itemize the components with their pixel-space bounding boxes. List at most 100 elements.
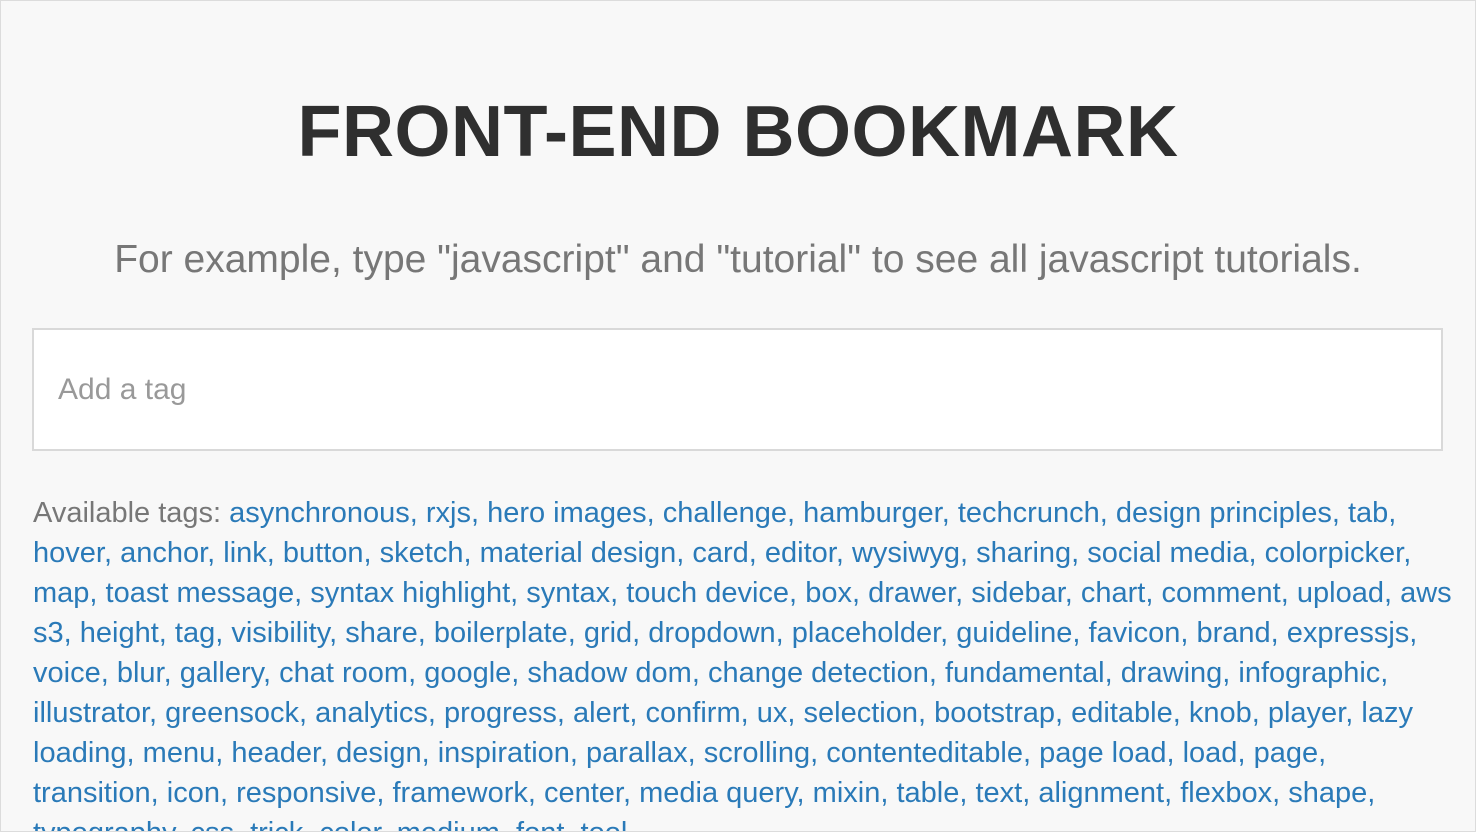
tag-link[interactable]: drawing, [1121, 657, 1231, 689]
tag-link[interactable]: color, [319, 817, 388, 831]
tag-link[interactable]: load, [1183, 737, 1246, 769]
tag-link[interactable]: greensock, [165, 697, 307, 729]
tag-link[interactable]: editable, [1071, 697, 1181, 729]
tag-link[interactable]: dropdown, [648, 617, 783, 649]
tag-link[interactable]: alignment, [1038, 777, 1172, 809]
tag-link[interactable]: blur, [117, 657, 172, 689]
tag-link[interactable]: media query, [639, 777, 805, 809]
available-tags: Available tags: asynchronous, rxjs, hero… [33, 493, 1453, 831]
tag-link[interactable]: header, [231, 737, 328, 769]
tag-link[interactable]: boilerplate, [434, 617, 576, 649]
tag-link[interactable]: techcrunch, [958, 497, 1108, 529]
tag-link[interactable]: infographic, [1238, 657, 1388, 689]
tag-link[interactable]: fundamental, [945, 657, 1113, 689]
tag-link[interactable]: mixin, [813, 777, 889, 809]
tag-link[interactable]: center, [544, 777, 631, 809]
tag-list: asynchronous, rxjs, hero images, challen… [33, 497, 1452, 831]
tag-link[interactable]: height, [80, 617, 167, 649]
tag-link[interactable]: medium, [397, 817, 508, 831]
available-tags-label: Available tags: [33, 497, 222, 529]
tag-link[interactable]: rxjs, [426, 497, 479, 529]
tag-link[interactable]: material design, [480, 537, 685, 569]
tag-link[interactable]: hamburger, [803, 497, 950, 529]
tag-link[interactable]: syntax highlight, [310, 577, 518, 609]
tag-link[interactable]: colorpicker, [1265, 537, 1412, 569]
tag-link[interactable]: page, [1254, 737, 1327, 769]
tag-link[interactable]: touch device, [626, 577, 797, 609]
tag-link[interactable]: tab, [1348, 497, 1396, 529]
tag-link[interactable]: syntax, [526, 577, 618, 609]
tag-link[interactable]: analytics, [315, 697, 436, 729]
tag-link[interactable]: flexbox, [1180, 777, 1280, 809]
tag-link[interactable]: toast message, [106, 577, 303, 609]
tag-link[interactable]: table, [896, 777, 967, 809]
page: FRONT-END BOOKMARK For example, type "ja… [1, 1, 1475, 831]
tag-link[interactable]: challenge, [663, 497, 795, 529]
tag-link[interactable]: box, [805, 577, 860, 609]
tag-link[interactable]: upload, [1297, 577, 1392, 609]
tag-link[interactable]: visibility, [231, 617, 337, 649]
tag-link[interactable]: placeholder, [792, 617, 948, 649]
tag-link[interactable]: inspiration, [438, 737, 578, 769]
tag-link[interactable]: text, [975, 777, 1030, 809]
tag-link[interactable]: hover, [33, 537, 112, 569]
tag-link[interactable]: comment, [1161, 577, 1288, 609]
tag-link[interactable]: button, [283, 537, 372, 569]
tag-link[interactable]: selection, [804, 697, 927, 729]
tag-input[interactable] [32, 328, 1443, 451]
tag-link[interactable]: transition, [33, 777, 159, 809]
tag-link[interactable]: contenteditable, [826, 737, 1031, 769]
tag-link[interactable]: favicon, [1088, 617, 1188, 649]
tag-link[interactable]: grid, [584, 617, 640, 649]
tag-link[interactable]: asynchronous, [229, 497, 418, 529]
tag-link[interactable]: progress, [444, 697, 565, 729]
tag-link[interactable]: trick, [250, 817, 311, 831]
tag-link[interactable]: typography, [33, 817, 182, 831]
tag-link[interactable]: player, [1268, 697, 1353, 729]
tag-link[interactable]: map, [33, 577, 97, 609]
tag-link[interactable]: design, [336, 737, 430, 769]
tag-link[interactable]: tool [581, 817, 628, 831]
tag-link[interactable]: framework, [393, 777, 536, 809]
tag-link[interactable]: expressjs, [1287, 617, 1418, 649]
page-subtitle: For example, type "javascript" and "tuto… [114, 238, 1362, 281]
tag-link[interactable]: editor, [765, 537, 844, 569]
tag-link[interactable]: wysiwyg, [852, 537, 968, 569]
tag-link[interactable]: voice, [33, 657, 109, 689]
tag-link[interactable]: css, [190, 817, 242, 831]
tag-link[interactable]: link, [223, 537, 275, 569]
tag-link[interactable]: guideline, [956, 617, 1080, 649]
tag-link[interactable]: font, [516, 817, 572, 831]
tag-link[interactable]: illustrator, [33, 697, 157, 729]
tag-link[interactable]: drawer, [868, 577, 963, 609]
tag-link[interactable]: menu, [143, 737, 224, 769]
tag-link[interactable]: shadow dom, [527, 657, 700, 689]
tag-link[interactable]: knob, [1189, 697, 1260, 729]
tag-link[interactable]: chat room, [279, 657, 416, 689]
tag-link[interactable]: bootstrap, [934, 697, 1063, 729]
tag-link[interactable]: icon, [167, 777, 228, 809]
tag-link[interactable]: sharing, [976, 537, 1079, 569]
tag-link[interactable]: share, [345, 617, 426, 649]
tag-link[interactable]: card, [692, 537, 756, 569]
tag-link[interactable]: anchor, [120, 537, 215, 569]
tag-link[interactable]: confirm, [646, 697, 749, 729]
tag-link[interactable]: social media, [1087, 537, 1256, 569]
tag-link[interactable]: sketch, [380, 537, 472, 569]
tag-link[interactable]: page load, [1039, 737, 1174, 769]
tag-link[interactable]: ux, [757, 697, 796, 729]
tag-link[interactable]: hero images, [487, 497, 655, 529]
tag-link[interactable]: alert, [573, 697, 637, 729]
tag-link[interactable]: brand, [1197, 617, 1279, 649]
tag-link[interactable]: sidebar, [971, 577, 1073, 609]
tag-link[interactable]: parallax, [586, 737, 696, 769]
tag-link[interactable]: gallery, [180, 657, 271, 689]
tag-link[interactable]: design principles, [1116, 497, 1340, 529]
tag-link[interactable]: tag, [175, 617, 223, 649]
tag-link[interactable]: scrolling, [704, 737, 818, 769]
tag-link[interactable]: change detection, [708, 657, 937, 689]
tag-link[interactable]: shape, [1288, 777, 1375, 809]
tag-link[interactable]: responsive, [236, 777, 384, 809]
tag-link[interactable]: google, [424, 657, 519, 689]
tag-link[interactable]: chart, [1081, 577, 1154, 609]
